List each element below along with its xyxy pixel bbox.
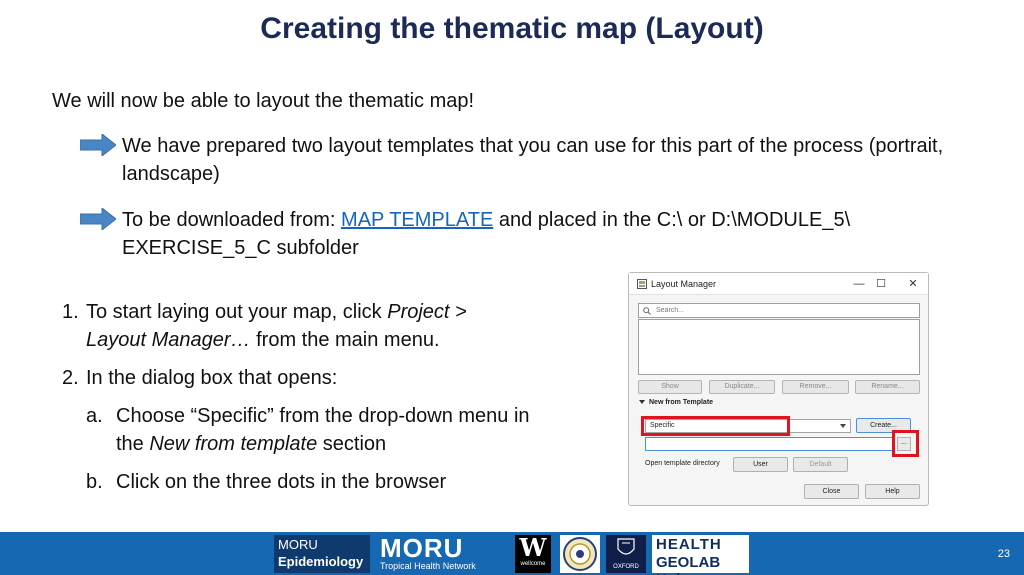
remove-button[interactable]: Remove... <box>782 380 849 394</box>
step-1: 1. To start laying out your map, click P… <box>62 298 532 354</box>
dialog-titlebar: Layout Manager — ☐ ✕ <box>629 273 928 295</box>
search-input[interactable]: Search... <box>638 303 920 318</box>
bullet-text-2-pre: To be downloaded from: <box>122 209 342 231</box>
step-2b-letter: b. <box>86 471 103 493</box>
slide-title: Creating the thematic map (Layout) <box>260 12 764 45</box>
step-2a: a. Choose “Specific” from the drop-down … <box>62 402 532 458</box>
template-path-input[interactable] <box>645 437 895 451</box>
moru-epidemiology-logo: MORU Epidemiology <box>274 535 370 573</box>
step-2b-text: Click on the three dots in the browser <box>116 471 447 493</box>
step-1-text-a: To start laying out your map, click <box>86 301 388 323</box>
step-2-number: 2. <box>62 367 79 389</box>
wellcome-mark: W <box>519 533 547 562</box>
right-arrow-icon <box>80 208 116 230</box>
step-1-text-c: from the main menu. <box>250 329 440 351</box>
dropdown-highlight-box <box>641 416 790 436</box>
minimize-button[interactable]: — <box>851 277 867 291</box>
university-seal-logo <box>560 535 600 573</box>
step-2: 2. In the dialog box that opens: <box>62 364 532 392</box>
section-label: New from Template <box>649 399 714 406</box>
show-button[interactable]: Show <box>638 380 702 394</box>
map-template-link[interactable]: MAP TEMPLATE <box>341 209 493 231</box>
step-1-number: 1. <box>62 301 79 323</box>
moru-line-1: MORU <box>380 533 464 563</box>
step-2b: b. Click on the three dots in the browse… <box>62 468 532 496</box>
user-button[interactable]: User <box>733 457 788 472</box>
moru-epi-line-1: MORU <box>278 537 318 552</box>
default-button[interactable]: Default <box>793 457 848 472</box>
seal-emblem-icon <box>563 537 597 571</box>
layout-manager-dialog: Layout Manager — ☐ ✕ Search... Show Dupl… <box>628 272 929 506</box>
moru-line-2: Tropical Health Network <box>380 561 476 571</box>
step-2a-letter: a. <box>86 405 103 427</box>
footer-bar: MORU Epidemiology MORU Tropical Health N… <box>0 532 1024 575</box>
close-button[interactable]: Close <box>804 484 859 499</box>
oxford-crest-icon <box>617 538 635 555</box>
search-placeholder: Search... <box>656 307 685 314</box>
bullet-text-2: To be downloaded from: MAP TEMPLATE and … <box>122 206 952 262</box>
wellcome-text: wellcome <box>520 561 546 567</box>
step-2a-text-3: section <box>317 433 387 455</box>
wellcome-logo: W wellcome <box>515 535 551 573</box>
geolab-line-1: HEALTH <box>656 536 722 553</box>
step-2-text: In the dialog box that opens: <box>86 367 338 389</box>
health-geolab-hub-logo: HEALTH GEOLAB Hub <box>652 535 749 575</box>
search-icon <box>643 307 651 315</box>
oxford-logo: OXFORD <box>606 535 646 573</box>
layout-manager-icon <box>637 279 647 289</box>
moru-epi-line-2: Epidemiology <box>278 554 364 569</box>
step-2a-text-2: New from template <box>149 433 318 455</box>
open-template-directory-label: Open template directory <box>645 460 720 467</box>
geolab-line-2: GEOLAB Hub <box>656 554 721 575</box>
dialog-title: Layout Manager <box>651 279 717 289</box>
rename-button[interactable]: Rename... <box>855 380 920 394</box>
browse-highlight-box <box>892 430 919 457</box>
new-from-template-section[interactable]: New from Template <box>639 399 713 406</box>
oxford-text: OXFORD <box>613 564 639 570</box>
moru-logo: MORU Tropical Health Network <box>380 535 505 573</box>
help-button[interactable]: Help <box>865 484 920 499</box>
collapse-arrow-icon <box>639 400 645 405</box>
close-window-button[interactable]: ✕ <box>905 277 921 291</box>
page-number: 23 <box>997 548 1010 560</box>
steps-list: 1. To start laying out your map, click P… <box>62 298 532 506</box>
layout-list[interactable] <box>638 319 920 375</box>
chevron-down-icon <box>840 424 846 428</box>
maximize-button[interactable]: ☐ <box>873 277 889 291</box>
bullet-text-1: We have prepared two layout templates th… <box>122 135 944 185</box>
duplicate-button[interactable]: Duplicate... <box>709 380 775 394</box>
intro-text: We will now be able to layout the themat… <box>52 90 475 112</box>
right-arrow-icon <box>80 134 116 156</box>
